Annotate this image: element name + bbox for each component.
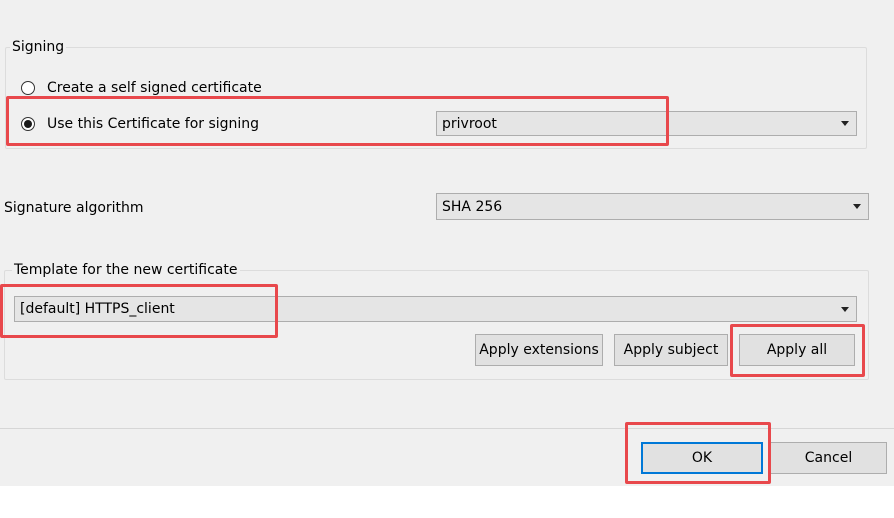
template-value: [default] HTTPS_client (20, 301, 175, 317)
chevron-down-icon (846, 204, 868, 209)
signature-algorithm-value: SHA 256 (442, 198, 503, 215)
use-cert-radio-row[interactable]: Use this Certificate for signing (21, 116, 259, 132)
signing-certificate-select[interactable]: privroot (436, 111, 857, 136)
template-group-title: Template for the new certificate (12, 262, 240, 278)
signature-algorithm-label: Signature algorithm (4, 200, 144, 216)
chevron-down-icon (834, 306, 856, 312)
cancel-button[interactable]: Cancel (770, 442, 887, 474)
apply-extensions-button[interactable]: Apply extensions (475, 334, 603, 366)
chevron-down-icon (834, 121, 856, 126)
self-signed-label: Create a self signed certificate (47, 80, 262, 96)
signature-algorithm-select[interactable]: SHA 256 (436, 193, 869, 220)
use-cert-radio[interactable] (21, 117, 35, 131)
certificate-dialog: Signing Create a self signed certificate… (0, 0, 894, 428)
self-signed-radio-row[interactable]: Create a self signed certificate (21, 80, 262, 96)
use-cert-label: Use this Certificate for signing (47, 116, 260, 132)
apply-all-button[interactable]: Apply all (739, 334, 855, 366)
apply-subject-button[interactable]: Apply subject (614, 334, 728, 366)
dialog-footer: OK Cancel (0, 428, 894, 486)
signing-group-title: Signing (10, 39, 67, 55)
ok-button[interactable]: OK (641, 442, 763, 474)
signing-certificate-value: privroot (442, 115, 497, 132)
template-select[interactable]: [default] HTTPS_client (14, 296, 857, 322)
self-signed-radio[interactable] (21, 81, 35, 95)
